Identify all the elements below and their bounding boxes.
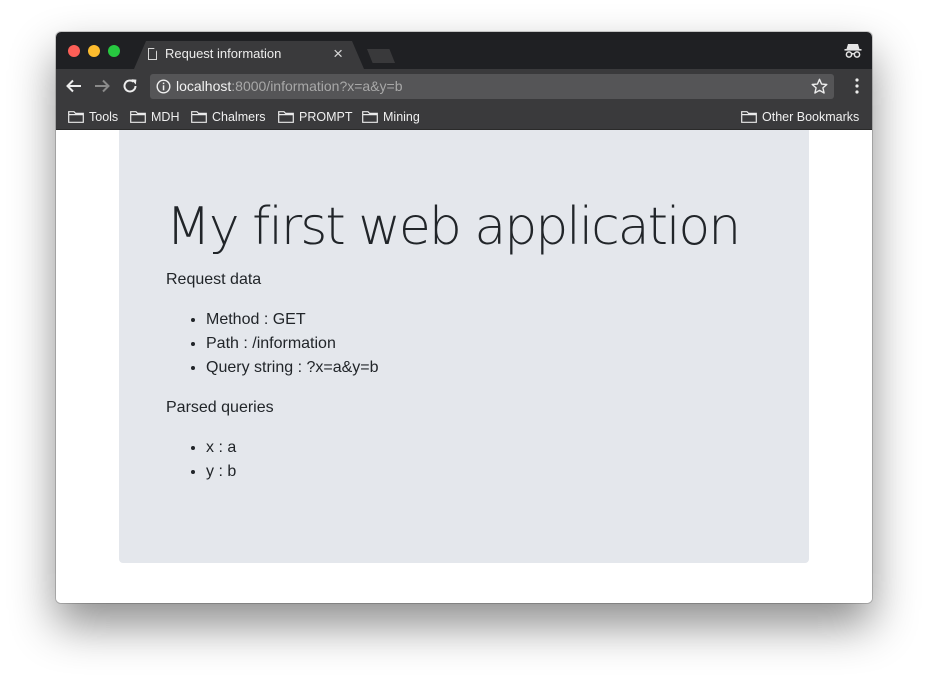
parsed-queries-label: Parsed queries xyxy=(166,399,274,416)
reload-button[interactable] xyxy=(120,76,140,96)
forward-button[interactable] xyxy=(92,76,112,96)
bookmark-label: PROMPT xyxy=(299,109,353,124)
tab-title: Request information xyxy=(165,46,282,61)
kebab-menu-icon[interactable] xyxy=(854,78,860,94)
window-close-button[interactable] xyxy=(68,45,80,57)
url-path: :8000/information?x=a&y=b xyxy=(231,78,403,94)
bookmarks-bar: Tools MDH Chalmers PROMPT Mining Other B… xyxy=(56,104,872,130)
jumbotron: My first web application Request data Me… xyxy=(119,130,809,563)
folder-icon xyxy=(191,110,207,123)
bookmark-star-icon[interactable] xyxy=(811,78,828,95)
bookmark-label: Mining xyxy=(383,109,420,124)
folder-icon xyxy=(68,110,84,123)
list-item-method: Method : GET xyxy=(206,308,379,332)
tab-request-information[interactable]: Request information × xyxy=(134,41,364,69)
bookmark-folder-chalmers[interactable]: Chalmers xyxy=(191,108,266,125)
back-arrow-icon xyxy=(66,79,81,93)
bookmark-label: MDH xyxy=(151,109,180,124)
reload-icon xyxy=(123,79,137,93)
window-minimize-button[interactable] xyxy=(88,45,100,57)
bookmark-folder-prompt[interactable]: PROMPT xyxy=(278,108,352,125)
document-icon xyxy=(148,48,157,60)
address-bar[interactable]: localhost:8000/information?x=a&y=b xyxy=(150,74,834,99)
browser-window: Request information × localhost:8000/inf… xyxy=(56,32,872,603)
list-item-query-string: Query string : ?x=a&y=b xyxy=(206,356,379,380)
folder-icon xyxy=(362,110,378,123)
title-bar: Request information × xyxy=(56,32,872,69)
bookmark-folder-mdh[interactable]: MDH xyxy=(130,108,179,125)
bookmark-label: Chalmers xyxy=(212,109,266,124)
incognito-icon xyxy=(844,44,862,58)
window-maximize-button[interactable] xyxy=(108,45,120,57)
list-item-path: Path : /information xyxy=(206,332,379,356)
page-viewport: My first web application Request data Me… xyxy=(56,130,872,603)
parsed-queries-list: x : a y : b xyxy=(166,436,236,484)
browser-toolbar: localhost:8000/information?x=a&y=b xyxy=(56,69,872,104)
url-text: localhost:8000/information?x=a&y=b xyxy=(176,78,403,94)
info-icon[interactable] xyxy=(156,79,171,94)
url-host: localhost xyxy=(176,78,232,94)
tab-close-icon[interactable]: × xyxy=(333,44,343,64)
bookmark-folder-mining[interactable]: Mining xyxy=(362,108,420,125)
page-title: My first web application xyxy=(166,197,741,257)
forward-arrow-icon xyxy=(95,79,110,93)
list-item-query-y: y : b xyxy=(206,460,236,484)
folder-icon xyxy=(278,110,294,123)
new-tab-button[interactable] xyxy=(367,49,395,63)
request-data-list: Method : GET Path : /information Query s… xyxy=(166,308,379,380)
bookmark-label: Tools xyxy=(89,109,119,124)
folder-icon xyxy=(741,110,757,123)
bookmark-folder-other[interactable]: Other Bookmarks xyxy=(741,108,859,125)
list-item-query-x: x : a xyxy=(206,436,236,460)
request-data-label: Request data xyxy=(166,271,262,288)
bookmark-folder-tools[interactable]: Tools xyxy=(68,108,118,125)
bookmark-label: Other Bookmarks xyxy=(762,109,860,124)
back-button[interactable] xyxy=(64,76,84,96)
folder-icon xyxy=(130,110,146,123)
